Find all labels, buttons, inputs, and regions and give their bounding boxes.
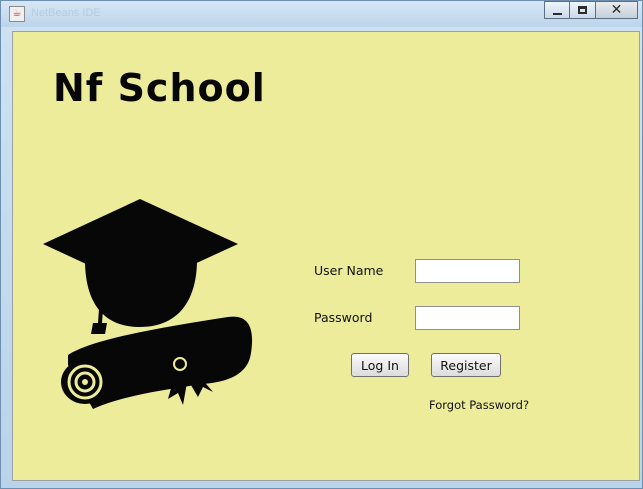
minimize-icon [553,13,562,15]
window-title: NetBeans IDE [31,7,101,19]
close-icon: ✕ [610,2,623,18]
minimize-button[interactable] [544,1,570,19]
school-name: Nf School [53,66,266,110]
login-panel: Nf School User Name Password Log In Regi… [12,31,640,481]
close-button[interactable]: ✕ [596,1,638,19]
window-controls: ✕ [544,1,638,19]
password-label: Password [314,310,373,325]
forgot-password-link[interactable]: Forgot Password? [429,398,529,412]
username-label: User Name [314,263,384,278]
title-bar[interactable]: ☕ NetBeans IDE ✕ [1,1,642,27]
login-button[interactable]: Log In [351,353,409,377]
password-input[interactable] [415,306,520,330]
register-button[interactable]: Register [431,353,501,377]
application-window: ☕ NetBeans IDE ✕ Nf School User Name Pas… [0,0,643,489]
maximize-icon [578,6,587,14]
graduation-cap-and-diploma-icon [43,199,253,409]
username-input[interactable] [415,259,520,283]
maximize-button[interactable] [570,1,596,19]
java-app-icon[interactable]: ☕ [9,6,25,22]
